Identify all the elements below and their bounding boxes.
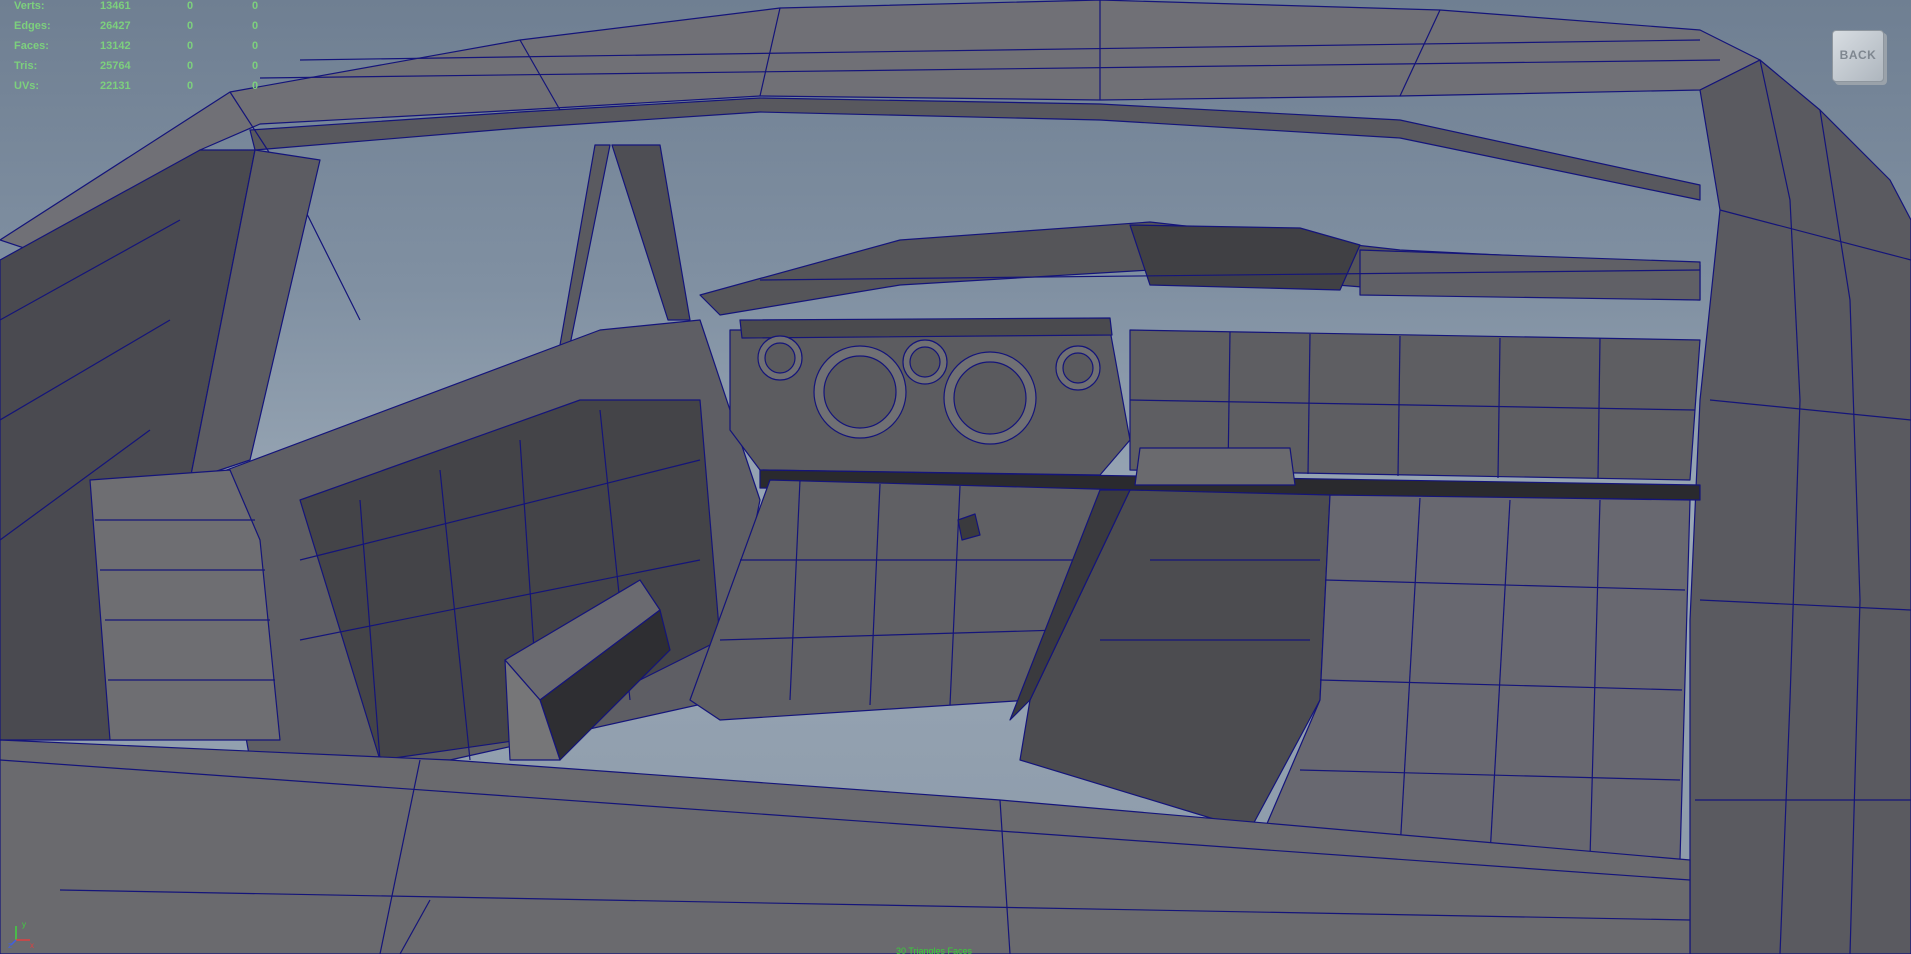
dash-center-console — [1129, 224, 1361, 291]
hud-total: 13461 — [100, 0, 131, 12]
dash-radio — [1134, 447, 1296, 486]
hud-selected: 0 — [187, 40, 194, 52]
hud-label: Verts: — [14, 0, 45, 12]
hud-selected: 0 — [187, 20, 194, 32]
hud-selected-uv: 0 — [252, 20, 259, 32]
hud-label: Faces: — [14, 40, 49, 52]
gauge-small-left — [757, 335, 803, 381]
view-cube-icon[interactable]: BACK — [1828, 22, 1888, 86]
hud-total: 25764 — [100, 60, 131, 72]
3d-viewport[interactable]: Verts: 13461 0 0 Edges: 26427 0 0 Faces:… — [0, 0, 1911, 954]
gauge-small-right — [1055, 345, 1101, 391]
right-a-pillar — [1689, 59, 1911, 954]
hud-total: 22131 — [100, 80, 131, 92]
hud-total: 26427 — [100, 20, 131, 32]
gauge-small-center — [902, 339, 948, 385]
hud-selected-uv: 0 — [252, 0, 259, 12]
hud-total: 13142 — [100, 40, 131, 52]
view-cube-label: BACK — [1839, 48, 1877, 62]
dash-vent-right — [1359, 249, 1701, 301]
hud-selected-uv: 0 — [252, 80, 259, 92]
hud-selected-uv: 0 — [252, 60, 259, 72]
axis-label-z: z — [8, 941, 12, 948]
gauge-speedometer — [813, 345, 907, 439]
car-interior-mesh[interactable] — [0, 0, 1911, 954]
axis-label-x: x — [30, 941, 34, 948]
gauge-tachometer — [943, 351, 1037, 445]
hud-selected: 0 — [187, 80, 194, 92]
viewport-status-label: 30 Triangles Faces — [896, 946, 973, 954]
poly-count-hud: Verts: 13461 0 0 Edges: 26427 0 0 Faces:… — [0, 0, 270, 100]
hud-selected: 0 — [187, 60, 194, 72]
hud-selected: 0 — [187, 0, 194, 12]
axis-gizmo-icon: y x z — [8, 920, 34, 948]
axis-label-y: y — [22, 920, 26, 929]
hud-label: UVs: — [14, 80, 40, 92]
view-cube-face-back[interactable]: BACK — [1832, 30, 1884, 82]
hud-label: Tris: — [14, 60, 38, 72]
windshield-post — [559, 144, 611, 346]
hud-selected-uv: 0 — [252, 40, 259, 52]
hud-label: Edges: — [14, 20, 51, 32]
